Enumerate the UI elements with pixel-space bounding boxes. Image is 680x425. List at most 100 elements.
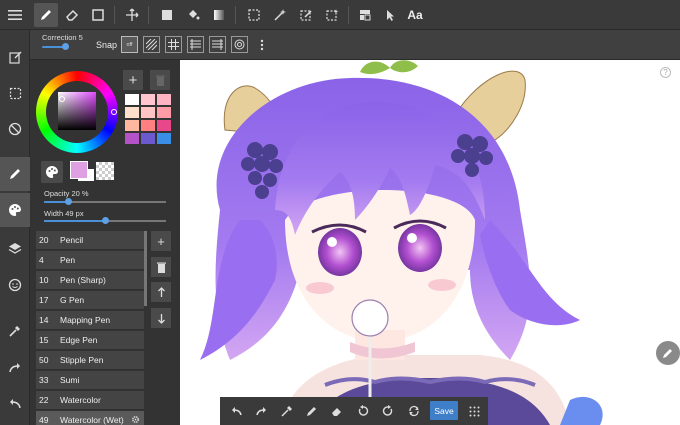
snap-more-icon[interactable] (253, 36, 270, 53)
bucket-tool-button[interactable] (181, 3, 205, 27)
color-swatch[interactable] (157, 133, 171, 144)
brush-item[interactable]: 33 Sumi (36, 371, 144, 390)
correction-slider-thumb[interactable] (62, 43, 69, 50)
move-brush-up-button[interactable] (151, 282, 171, 302)
brush-tool-button[interactable] (34, 3, 58, 27)
color-swatch[interactable] (125, 107, 139, 118)
new-canvas-icon[interactable] (0, 40, 30, 74)
brush-item[interactable]: 14 Mapping Pen (36, 311, 144, 330)
eyedropper-icon[interactable] (277, 401, 297, 421)
color-swatch[interactable] (141, 133, 155, 144)
left-rail (0, 30, 30, 425)
layers-icon[interactable] (0, 231, 30, 265)
color-swatch[interactable] (157, 94, 171, 105)
rotate-left-icon[interactable] (353, 401, 373, 421)
sv-marker[interactable] (59, 96, 65, 102)
eraser-icon[interactable] (327, 401, 347, 421)
brush-item[interactable]: 22 Watercolor (36, 391, 144, 410)
parallel-snap-icon[interactable] (143, 36, 160, 53)
pen-fab-icon[interactable] (656, 341, 680, 365)
pen-icon[interactable] (302, 401, 322, 421)
width-slider-thumb[interactable] (102, 217, 109, 224)
rectangle-tool-button[interactable] (86, 3, 110, 27)
brush-list-scrollbar[interactable] (144, 231, 147, 306)
operation-tool-button[interactable] (378, 3, 402, 27)
brush-size: 17 (39, 295, 49, 305)
radial-snap-icon[interactable] (209, 36, 226, 53)
reset-rotation-icon[interactable] (404, 401, 424, 421)
deselect-icon[interactable] (0, 112, 30, 146)
redo-icon[interactable] (252, 401, 272, 421)
grid-menu-icon[interactable] (464, 401, 484, 421)
brush-name: Watercolor (60, 395, 101, 405)
cross-snap-icon[interactable] (165, 36, 182, 53)
circle-snap-icon[interactable] (231, 36, 248, 53)
color-swatch[interactable] (157, 107, 171, 118)
fill-rect-tool-button[interactable] (155, 3, 179, 27)
brush-name: Sumi (60, 375, 80, 385)
color-swatch[interactable] (125, 120, 139, 131)
move-tool-button[interactable] (120, 3, 144, 27)
brush-item[interactable]: 20 Pencil (36, 231, 144, 250)
eyedropper-icon[interactable] (0, 314, 30, 348)
brush-item[interactable]: 10 Pen (Sharp) (36, 271, 144, 290)
toolbar-divider (114, 6, 115, 24)
brush-item[interactable]: 49 Watercolor (Wet) (36, 411, 144, 425)
select-eraser-tool-button[interactable] (320, 3, 344, 27)
opacity-slider[interactable] (44, 198, 166, 207)
menu-icon[interactable] (3, 3, 27, 27)
brush-settings-gear-icon[interactable] (131, 415, 140, 424)
undo-icon[interactable] (226, 401, 246, 421)
materials-icon[interactable] (0, 268, 30, 302)
color-swatch[interactable] (125, 94, 139, 105)
color-swatch[interactable] (141, 107, 155, 118)
color-swatch[interactable] (157, 120, 171, 131)
delete-color-button[interactable] (150, 70, 170, 90)
eraser-tool-button[interactable] (60, 3, 84, 27)
transparent-color-swatch[interactable] (96, 162, 114, 180)
delete-brush-button[interactable] (151, 257, 171, 277)
brush-item[interactable]: 15 Edge Pen (36, 331, 144, 350)
brush-item[interactable]: 50 Stipple Pen (36, 351, 144, 370)
select-tool-button[interactable] (242, 3, 266, 27)
help-icon[interactable]: ? (660, 67, 671, 78)
color-swatch[interactable] (125, 133, 139, 144)
opacity-slider-thumb[interactable] (65, 198, 72, 205)
brush-size: 10 (39, 275, 49, 285)
correction-slider[interactable] (42, 43, 84, 52)
text-tool-button[interactable]: Aa (403, 3, 427, 27)
select-pen-tool-button[interactable] (294, 3, 318, 27)
save-button[interactable]: Save (430, 401, 458, 420)
undo-icon[interactable] (0, 387, 30, 421)
width-slider[interactable] (44, 217, 166, 226)
color-panel-icon[interactable] (0, 193, 30, 227)
brush-name: Pen (Sharp) (60, 275, 106, 285)
top-toolbar: Aa (0, 0, 680, 30)
vanishing-point-snap-icon[interactable] (187, 36, 204, 53)
brush-item[interactable]: 17 G Pen (36, 291, 144, 310)
add-brush-button[interactable]: + (151, 231, 171, 251)
color-swatch[interactable] (141, 120, 155, 131)
brush-item[interactable]: 4 Pen (36, 251, 144, 270)
frame-divider-tool-button[interactable] (353, 3, 377, 27)
brush-name: Mapping Pen (60, 315, 111, 325)
brush-name: Pen (60, 255, 76, 265)
move-brush-down-button[interactable] (151, 308, 171, 328)
snap-off-label: off (126, 41, 133, 48)
snap-off-button[interactable]: off (121, 36, 138, 53)
hue-marker[interactable] (111, 109, 117, 115)
magic-wand-tool-button[interactable] (268, 3, 292, 27)
add-color-button[interactable]: + (123, 70, 143, 90)
redo-icon[interactable] (0, 351, 30, 385)
gradient-tool-button[interactable] (207, 3, 231, 27)
drawing-canvas[interactable]: ? (180, 60, 680, 425)
color-wheel[interactable] (36, 71, 118, 153)
palette-button[interactable] (41, 161, 63, 183)
brush-size: 15 (39, 335, 49, 345)
selection-icon[interactable] (0, 76, 30, 110)
brush-size: 4 (39, 255, 44, 265)
color-swatch[interactable] (141, 94, 155, 105)
foreground-color-swatch[interactable] (70, 161, 88, 179)
rotate-right-icon[interactable] (378, 401, 398, 421)
brush-panel-icon[interactable] (0, 157, 30, 191)
